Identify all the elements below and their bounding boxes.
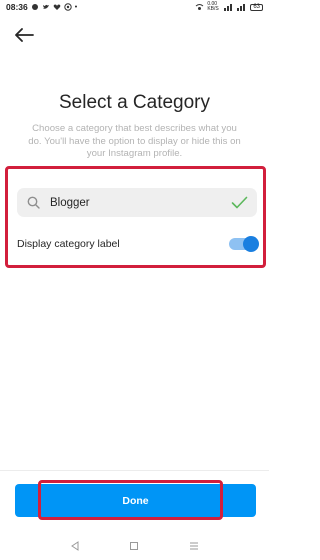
status-time: 08:36 [6,2,28,12]
battery-level: 63 [253,4,260,10]
arrow-left-icon [15,28,34,42]
messenger-icon [64,3,72,11]
square-home-icon [130,542,139,550]
notification-icon [31,4,38,10]
highlight-box-done [38,480,223,520]
signal-icon [224,4,233,11]
battery-icon: 63 [250,3,263,11]
signal-icon-2 [237,4,246,11]
heart-icon [53,4,61,10]
system-nav-bar [0,532,269,560]
triangle-back-icon [70,541,79,551]
nav-back-button[interactable] [68,539,82,553]
status-right: 0.00 KB/S 63 [195,2,263,12]
menu-lines-icon [190,542,199,550]
hotspot-icon [195,4,204,10]
nav-menu-button[interactable] [187,539,201,553]
page-title: Select a Category [58,92,211,113]
status-left: 08:36 • [6,2,77,12]
footer-divider [0,470,269,471]
page-subtitle: Choose a category that best describes wh… [28,123,241,159]
twitter-icon [42,4,49,9]
status-bar: 08:36 • 0.00 KB/S 63 [0,0,269,14]
nav-home-button[interactable] [127,539,141,553]
more-notifications-icon: • [74,3,78,11]
back-button[interactable] [13,24,35,46]
highlight-box-category [5,166,266,268]
network-speed: 0.00 KB/S [207,1,219,12]
